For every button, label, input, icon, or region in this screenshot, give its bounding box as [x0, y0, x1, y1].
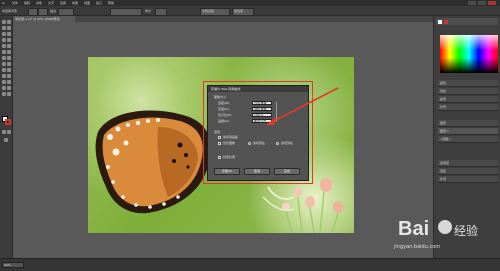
status-bar: [0, 258, 500, 271]
stroke-weight-input[interactable]: [58, 8, 74, 16]
perspective-tool-icon[interactable]: [7, 62, 11, 66]
blend-tool-icon[interactable]: [7, 74, 11, 78]
rotate-tool-icon[interactable]: [2, 50, 6, 54]
stroke-color-icon[interactable]: [5, 119, 11, 125]
hand-tool-icon[interactable]: [2, 92, 6, 96]
free-transform-tool-icon[interactable]: [7, 56, 11, 60]
pen-tool-icon[interactable]: [2, 32, 6, 36]
graph-tool-icon[interactable]: [7, 80, 11, 84]
direct-selection-tool-icon[interactable]: [7, 20, 11, 24]
panel-appearance[interactable]: 外观: [438, 176, 498, 183]
fill-swatch[interactable]: [28, 8, 38, 16]
eyedropper-tool-icon[interactable]: [2, 74, 6, 78]
zoom-level[interactable]: 50%: [2, 262, 24, 268]
stroke-label: 描边: [50, 9, 57, 13]
style-dropdown[interactable]: [155, 8, 167, 16]
panel-swatches[interactable]: 色板: [438, 88, 498, 95]
maximize-icon[interactable]: [478, 1, 486, 5]
brush-dropdown[interactable]: [110, 8, 142, 16]
doc-setup-label: 文档设置: [202, 9, 215, 13]
fill-icon[interactable]: [438, 20, 442, 24]
draw-mode-icon[interactable]: [7, 130, 11, 134]
magic-wand-tool-icon[interactable]: [2, 26, 6, 30]
screen-mode-icon[interactable]: [4, 138, 8, 142]
width-tool-icon[interactable]: [2, 56, 6, 60]
zoom-tool-icon[interactable]: [7, 92, 11, 96]
panel-brushes[interactable]: 画笔: [438, 96, 498, 103]
panel-layers[interactable]: 图层: [438, 120, 498, 127]
minimize-icon[interactable]: [468, 1, 476, 5]
tools-panel: [0, 16, 13, 258]
artboard-tool-icon[interactable]: [2, 86, 6, 90]
watermark-text: Bai: [398, 218, 430, 240]
type-tool-icon[interactable]: [7, 32, 11, 36]
baidu-watermark: Bai 经验 jingyan.baidu.com: [358, 216, 498, 256]
flower-buds: [262, 178, 343, 233]
panel-transparency[interactable]: 透明度: [438, 160, 498, 167]
panel-gradient[interactable]: 渐变: [438, 168, 498, 175]
pencil-tool-icon[interactable]: [7, 44, 11, 48]
paw-icon: [438, 220, 452, 234]
gradient-tool-icon[interactable]: [7, 68, 11, 72]
close-icon[interactable]: [488, 1, 496, 5]
shape-builder-tool-icon[interactable]: [2, 62, 6, 66]
selection-label: 未选择对象: [2, 9, 18, 13]
paintbrush-tool-icon[interactable]: [2, 44, 6, 48]
style-label: 样式: [145, 9, 152, 13]
scale-tool-icon[interactable]: [7, 50, 11, 54]
color-spectrum[interactable]: [440, 35, 498, 73]
color-mode-icon[interactable]: [2, 130, 6, 134]
stroke-swatch[interactable]: [38, 8, 48, 16]
prefs-label: 首选项: [234, 9, 244, 13]
symbol-sprayer-tool-icon[interactable]: [2, 80, 6, 84]
mesh-tool-icon[interactable]: [2, 68, 6, 72]
layer-subitem[interactable]: <图像>: [438, 136, 498, 143]
window-controls[interactable]: [468, 1, 498, 5]
watermark-url: jingyan.baidu.com: [394, 244, 441, 250]
line-tool-icon[interactable]: [2, 38, 6, 42]
slice-tool-icon[interactable]: [7, 86, 11, 90]
annotation-arrow: [266, 87, 339, 125]
layer-item[interactable]: 图层 1: [438, 128, 498, 135]
selection-tool-icon[interactable]: [2, 20, 6, 24]
lasso-tool-icon[interactable]: [7, 26, 11, 30]
stroke-icon[interactable]: [444, 20, 448, 24]
control-bar: 未选择对象 描边 样式 文档设置 首选项: [0, 6, 500, 16]
rectangle-tool-icon[interactable]: [7, 38, 11, 42]
panel-symbols[interactable]: 符号: [438, 104, 498, 111]
watermark-brand: 经验: [454, 224, 479, 238]
panel-color[interactable]: 颜色: [438, 80, 498, 87]
